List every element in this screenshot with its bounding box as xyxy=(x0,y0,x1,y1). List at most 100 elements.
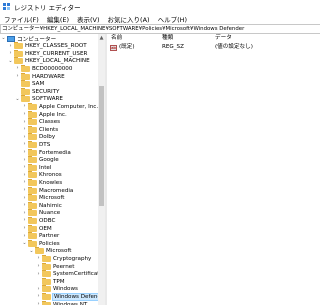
folder-icon xyxy=(21,72,30,80)
tree-item-label: ODBC xyxy=(39,217,56,224)
folder-icon xyxy=(28,133,37,141)
tree-item-label: HKEY_CLASSES_ROOT xyxy=(25,43,87,50)
folder-icon xyxy=(28,102,37,110)
tree-item-label: Macromedia xyxy=(39,187,74,194)
folder-icon xyxy=(14,49,23,57)
folder-icon xyxy=(42,270,51,278)
folder-icon xyxy=(28,163,37,171)
tree-item-label: Fortemedia xyxy=(39,149,71,156)
tree-item-label: Microsoft xyxy=(46,248,72,255)
tree-item-label: Knowles xyxy=(39,179,63,186)
menu-view[interactable]: 表示(V) xyxy=(73,14,104,24)
value-data: (値の設定なし) xyxy=(215,44,253,50)
folder-icon xyxy=(28,194,37,202)
value-name: (既定) xyxy=(119,44,135,50)
chevron-down-icon[interactable]: ⌄ xyxy=(29,247,34,256)
folder-icon xyxy=(42,300,51,305)
scroll-up-arrow-icon[interactable]: ▲ xyxy=(99,35,104,41)
tree-item-label: OEM xyxy=(39,225,52,232)
tree-item-label: Partner xyxy=(39,233,60,240)
menu-bar: ファイル(F) 編集(E) 表示(V) お気に入り(A) ヘルプ(H) xyxy=(0,13,320,24)
tree-item[interactable]: › Windows NT xyxy=(36,300,87,305)
folder-icon xyxy=(42,254,51,262)
tree-item-label: SAM xyxy=(32,81,45,88)
tree-item-label: Apple Computer, Inc. xyxy=(39,103,98,110)
registry-editor-icon xyxy=(3,2,11,11)
tree-item-label: Khronos xyxy=(39,172,62,179)
folder-icon xyxy=(14,42,23,50)
tree-item-label: BCD00000000 xyxy=(32,65,73,72)
column-data[interactable]: データ xyxy=(215,34,232,43)
tree-item-label: Windows NT xyxy=(53,301,88,305)
tree-item-label: DTS xyxy=(39,141,51,148)
chevron-right-icon[interactable]: › xyxy=(36,300,41,305)
tree-item-label: HKEY_LOCAL_MACHINE xyxy=(25,58,90,65)
tree-item-label: Clients xyxy=(39,126,59,133)
column-name[interactable]: 名前 xyxy=(111,34,122,43)
folder-icon xyxy=(28,171,37,179)
menu-file[interactable]: ファイル(F) xyxy=(0,14,43,24)
menu-edit[interactable]: 編集(E) xyxy=(43,14,73,24)
tree-item-label: Google xyxy=(39,157,59,164)
tree-item-label: Classes xyxy=(39,119,61,126)
tree-item-label: SOFTWARE xyxy=(32,96,63,103)
tree-item-label: Apple Inc. xyxy=(39,111,67,118)
folder-icon xyxy=(28,148,37,156)
folder-icon xyxy=(42,285,51,293)
folder-icon xyxy=(14,57,23,65)
tree-item-label: Microsoft xyxy=(39,195,65,202)
folder-icon xyxy=(28,232,37,240)
chevron-down-icon[interactable]: ⌄ xyxy=(15,95,20,104)
folder-icon xyxy=(28,110,37,118)
tree-item-label: SystemCertificates xyxy=(53,271,98,278)
chevron-down-icon[interactable]: ⌄ xyxy=(8,57,13,66)
folder-icon xyxy=(21,87,30,95)
chevron-down-icon[interactable]: ⌄ xyxy=(22,239,27,248)
registry-tree: ⌄ コンピューター › HKEY_CLASSES_ROOT › HKEY_CURRENT_… xyxy=(0,34,98,305)
folder-icon xyxy=(28,125,37,133)
folder-icon xyxy=(42,262,51,270)
folder-icon xyxy=(28,186,37,194)
chevron-down-icon[interactable]: ⌄ xyxy=(1,34,6,43)
folder-icon xyxy=(28,156,37,164)
string-value-icon: ab xyxy=(110,45,117,51)
tree-item-label: Intel xyxy=(39,164,52,171)
folder-icon xyxy=(21,95,30,103)
tree-item-label: HKEY_CURRENT_USER xyxy=(25,50,88,57)
menu-favorites[interactable]: お気に入り(A) xyxy=(104,14,154,24)
tree-item-label: Windows xyxy=(53,286,78,293)
address-bar[interactable]: コンピューター¥HKEY_LOCAL_MACHINE¥SOFTWARE¥Poli… xyxy=(0,24,320,34)
column-type[interactable]: 種類 xyxy=(162,34,173,43)
scroll-thumb[interactable] xyxy=(99,86,104,206)
tree-item-label: Windows Defender xyxy=(52,292,98,301)
folder-icon xyxy=(42,292,51,300)
folder-icon xyxy=(28,239,37,247)
folder-icon xyxy=(28,209,37,217)
tree-item-label: Nahimic xyxy=(39,202,62,209)
tree-item-label: Peernet xyxy=(53,263,75,270)
values-pane: 名前 種類 データ ab (既定) REG_SZ (値の設定なし) xyxy=(107,34,320,305)
folder-icon xyxy=(21,80,30,88)
value-row[interactable]: ab (既定) REG_SZ (値の設定なし) xyxy=(107,44,320,52)
folder-icon xyxy=(28,140,37,148)
window-title: レジストリ エディター xyxy=(14,3,81,12)
menu-help[interactable]: ヘルプ(H) xyxy=(154,14,191,24)
tree-item-label: HARDWARE xyxy=(32,73,65,80)
tree-item-label: Nuance xyxy=(39,210,61,217)
tree-item-label: TPM xyxy=(53,278,65,285)
folder-icon xyxy=(35,247,44,255)
folder-icon xyxy=(28,178,37,186)
tree-item-label: Cryptography xyxy=(53,255,92,262)
folder-icon xyxy=(21,64,30,72)
folder-icon xyxy=(28,201,37,209)
tree-item-label: Dolby xyxy=(39,134,56,141)
computer-icon xyxy=(7,35,15,42)
tree-item-label: SECURITY xyxy=(32,88,60,95)
values-header: 名前 種類 データ xyxy=(107,34,320,43)
tree-item-label: Policies xyxy=(39,240,60,247)
folder-icon xyxy=(28,118,37,126)
value-type: REG_SZ xyxy=(162,44,184,50)
title-bar: レジストリ エディター xyxy=(0,0,320,13)
tree-scrollbar[interactable]: ▲ xyxy=(98,34,105,305)
folder-icon xyxy=(28,216,37,224)
